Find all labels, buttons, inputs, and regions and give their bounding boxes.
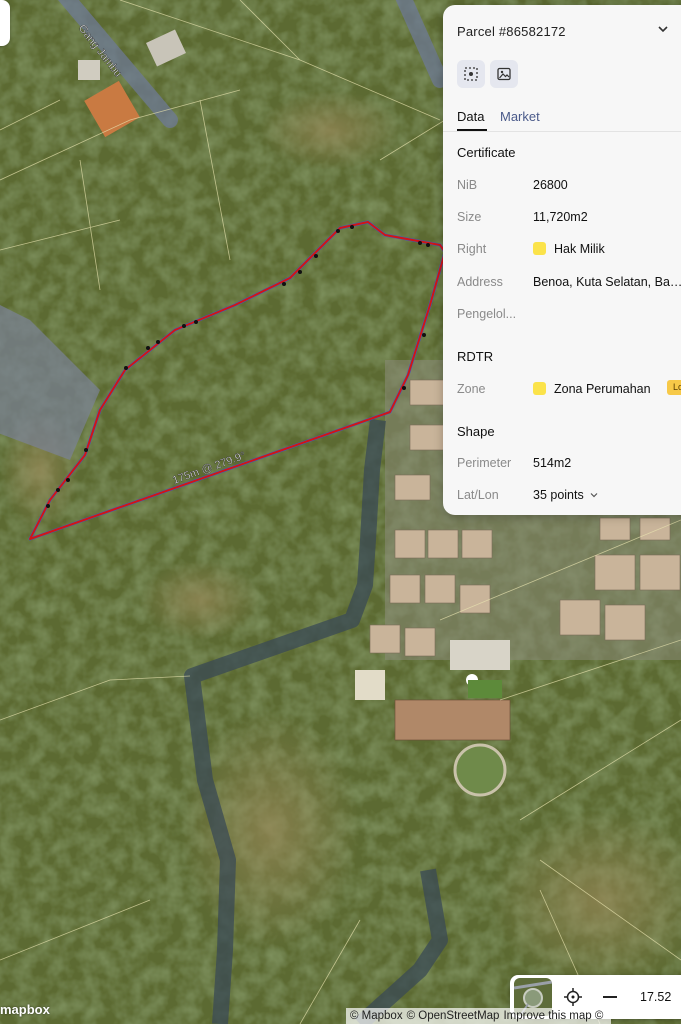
size-label: Size: [457, 210, 482, 224]
zoom-out-button[interactable]: [603, 996, 617, 998]
right-value: Hak Milik: [533, 242, 605, 256]
nib-label: NiB: [457, 178, 478, 192]
latlon-label: Lat/Lon: [457, 488, 499, 502]
tab-data[interactable]: Data: [457, 109, 484, 124]
tab-market[interactable]: Market: [500, 109, 540, 124]
active-tab-indicator: [457, 129, 487, 131]
rdtr-heading: RDTR: [457, 349, 494, 364]
attribution-bar: © Mapbox © OpenStreetMap Improve this map …: [346, 1008, 612, 1024]
zone-label: Zone: [457, 382, 486, 396]
image-icon: [496, 66, 512, 82]
latlon-dropdown[interactable]: 35 points: [533, 488, 598, 502]
attribution-osm[interactable]: © OpenStreetMap: [407, 1010, 500, 1022]
chevron-down-icon[interactable]: [657, 23, 669, 35]
zone-value: Zona Perumahan: [533, 382, 651, 396]
panel-title: Parcel #86582172: [457, 24, 566, 39]
right-color-swatch: [533, 242, 546, 255]
image-button[interactable]: [490, 60, 518, 88]
perimeter-label: Perimeter: [457, 456, 512, 470]
chevron-down-icon: [590, 488, 598, 502]
mapbox-logo[interactable]: mapbox: [0, 1002, 50, 1017]
right-value-text: Hak Milik: [554, 242, 605, 256]
perimeter-value: 514m2: [533, 456, 572, 470]
size-value: 11,720m2: [533, 210, 588, 224]
parcel-info-panel: Parcel #86582172 Data Market Certificate…: [443, 5, 681, 515]
shape-heading: Shape: [457, 424, 495, 439]
attribution-improve[interactable]: Improve this map ©: [503, 1010, 603, 1022]
map-control-stub[interactable]: [0, 0, 10, 46]
pengelola-label: Pengelol...: [457, 307, 517, 321]
zone-value-text: Zona Perumahan: [554, 382, 651, 396]
tab-divider: [443, 131, 681, 132]
zoom-level: 17.52: [640, 990, 672, 1004]
select-area-button[interactable]: [457, 60, 485, 88]
select-area-icon: [463, 66, 479, 82]
address-label: Address: [457, 275, 503, 289]
certificate-heading: Certificate: [457, 145, 516, 160]
latlon-value: 35 points: [533, 488, 584, 502]
right-label: Right: [457, 242, 487, 256]
attribution-mapbox[interactable]: © Mapbox: [350, 1010, 403, 1022]
zone-badge: Lo: [667, 380, 681, 395]
address-value: Benoa, Kuta Selatan, Badung: [533, 275, 681, 289]
zone-color-swatch: [533, 382, 546, 395]
nib-value: 26800: [533, 178, 568, 192]
